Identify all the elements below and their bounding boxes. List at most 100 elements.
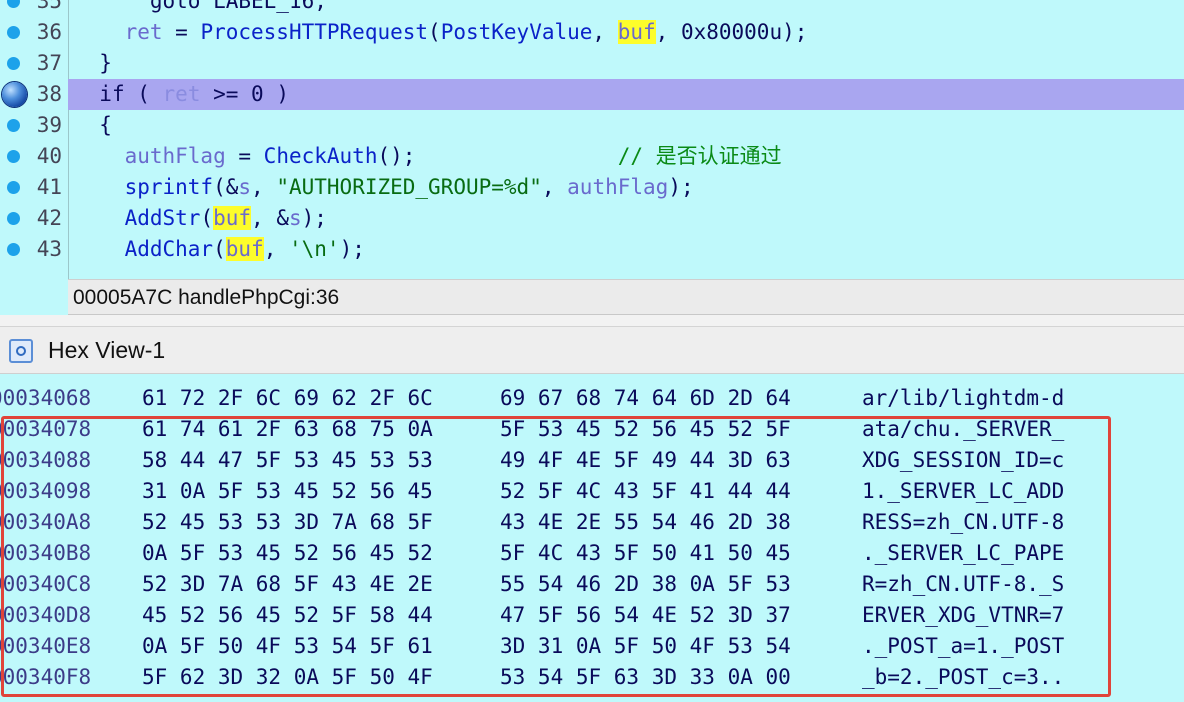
function-name[interactable]: PostKeyValue: [441, 20, 593, 44]
function-name[interactable]: AddChar: [125, 237, 214, 261]
executable-line-dot-icon[interactable]: [7, 57, 20, 70]
selection-highlight-box: [1, 416, 1111, 697]
code-token: ,: [263, 237, 289, 261]
pseudocode-status-bar: 00005A7C handlePhpCgi:36: [68, 279, 1184, 315]
executable-line-dot-icon[interactable]: [7, 243, 20, 256]
breakpoint-icon[interactable]: [2, 82, 27, 107]
hex-row[interactable]: 00034068 61 72 2F 6C 69 62 2F 6C 69 67 68 …: [0, 383, 1184, 414]
hex-bytes-low[interactable]: 61 72 2F 6C 69 62 2F 6C: [142, 383, 433, 414]
identifier[interactable]: authFlag: [125, 144, 226, 168]
line-number-cell[interactable]: 40: [0, 141, 68, 172]
code-token: ();: [377, 144, 618, 168]
code-token: (&: [213, 175, 239, 199]
code-line[interactable]: 35 goto LABEL_16;: [0, 0, 1184, 17]
code-token: ,: [251, 175, 277, 199]
code-token: ,: [541, 175, 568, 199]
code-line[interactable]: 41 sprintf(&s, "AUTHORIZED_GROUP=%d", au…: [0, 172, 1184, 203]
line-number: 36: [36, 20, 62, 44]
line-number: 37: [36, 51, 62, 75]
code-token: 0x80000u: [680, 20, 783, 44]
code-line[interactable]: 39 {: [0, 110, 1184, 141]
string-literal: '\n': [288, 237, 340, 261]
code-token: >=: [200, 82, 252, 106]
keyword: if: [99, 82, 125, 106]
code-text[interactable]: if ( ret >= 0 ): [74, 79, 289, 110]
hex-address[interactable]: 00034068: [0, 383, 91, 414]
executable-line-dot-icon[interactable]: [7, 26, 20, 39]
code-text[interactable]: AddChar(buf, '\n');: [74, 234, 365, 265]
ascii-text[interactable]: ar/lib/lightdm-d: [862, 383, 1064, 414]
code-text[interactable]: }: [74, 48, 112, 79]
pseudocode-view[interactable]: 35 goto LABEL_16; 36 ret = ProcessHTTPReq…: [0, 0, 1184, 279]
line-number: 39: [36, 113, 62, 137]
code-token: );: [339, 237, 365, 261]
function-name[interactable]: CheckAuth: [264, 144, 378, 168]
code-token: (: [213, 237, 226, 261]
line-number-cell[interactable]: 39: [0, 110, 68, 141]
code-line[interactable]: 43 AddChar(buf, '\n');: [0, 234, 1184, 265]
code-token: (: [200, 206, 214, 230]
executable-line-dot-icon[interactable]: [7, 212, 20, 225]
executable-line-dot-icon[interactable]: [7, 0, 20, 8]
code-line[interactable]: 38 if ( ret >= 0 ): [0, 79, 1184, 110]
line-number-cell[interactable]: 37: [0, 48, 68, 79]
function-name[interactable]: AddStr: [125, 206, 201, 230]
line-number: 41: [36, 175, 62, 199]
identifier[interactable]: ret: [125, 20, 163, 44]
code-token: {: [99, 113, 112, 137]
hex-bytes-high[interactable]: 69 67 68 74 64 6D 2D 64: [500, 383, 791, 414]
code-text[interactable]: sprintf(&s, "AUTHORIZED_GROUP=%d", authF…: [74, 172, 694, 203]
identifier[interactable]: s: [238, 175, 251, 199]
line-number-cell[interactable]: 43: [0, 234, 68, 265]
line-number-cell[interactable]: 36: [0, 17, 68, 48]
code-text[interactable]: AddStr(buf, &s);: [74, 203, 327, 234]
code-token: );: [668, 175, 694, 199]
identifier[interactable]: buf: [213, 206, 252, 230]
identifier[interactable]: authFlag: [567, 175, 668, 199]
identifier[interactable]: ret: [163, 82, 201, 106]
line-number: 35: [36, 0, 62, 13]
code-text[interactable]: ret = ProcessHTTPRequest(PostKeyValue, b…: [74, 17, 807, 48]
function-name[interactable]: sprintf: [125, 175, 214, 199]
code-line[interactable]: 37 }: [0, 48, 1184, 79]
line-number-cell[interactable]: 42: [0, 203, 68, 234]
code-token: );: [301, 206, 327, 230]
code-line[interactable]: 40 authFlag = CheckAuth(); // 是否认证通过: [0, 141, 1184, 172]
function-name[interactable]: ProcessHTTPRequest: [200, 20, 428, 44]
hex-view-icon: [9, 339, 33, 363]
code-token: ): [263, 82, 289, 106]
hex-view-tab[interactable]: Hex View-1: [0, 326, 1184, 374]
code-line[interactable]: 36 ret = ProcessHTTPRequest(PostKeyValue…: [0, 17, 1184, 48]
code-line[interactable]: 42 AddStr(buf, &s);: [0, 203, 1184, 234]
executable-line-dot-icon[interactable]: [7, 150, 20, 163]
executable-line-dot-icon[interactable]: [7, 181, 20, 194]
code-token: ,: [655, 20, 681, 44]
executable-line-dot-icon[interactable]: [7, 119, 20, 132]
line-number-cell[interactable]: 35: [0, 0, 68, 17]
pane-splitter[interactable]: [0, 315, 1184, 326]
identifier[interactable]: s: [289, 206, 302, 230]
identifier[interactable]: buf: [225, 237, 264, 261]
code-token: }: [99, 51, 112, 75]
identifier[interactable]: buf: [617, 20, 656, 44]
line-number: 42: [36, 206, 62, 230]
code-token: );: [782, 20, 808, 44]
code-token: 0: [251, 82, 264, 106]
line-number-cell[interactable]: 41: [0, 172, 68, 203]
line-number-cell[interactable]: 38: [0, 79, 68, 110]
code-token: , &: [251, 206, 289, 230]
code-text[interactable]: authFlag = CheckAuth(); // 是否认证通过: [74, 141, 782, 172]
code-text[interactable]: {: [74, 110, 112, 141]
hex-view-title: Hex View-1: [48, 337, 166, 363]
code-token: (: [124, 82, 163, 106]
line-number: 43: [36, 237, 62, 261]
code-text[interactable]: goto LABEL_16;: [74, 0, 327, 17]
string-literal: "AUTHORIZED_GROUP=%d": [276, 175, 542, 199]
